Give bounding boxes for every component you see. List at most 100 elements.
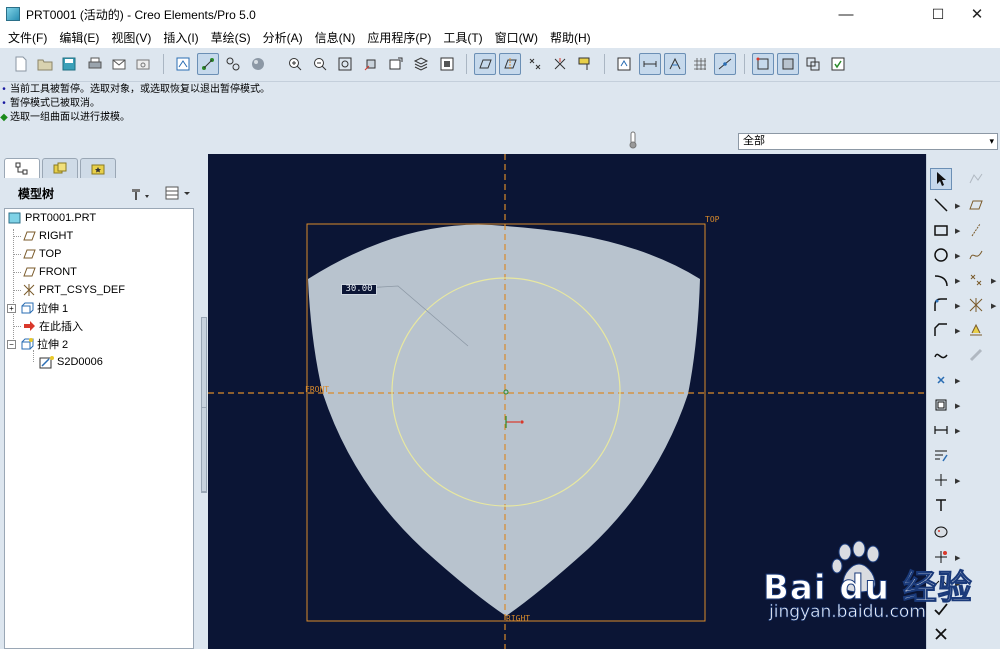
zoom-in-icon[interactable] — [284, 53, 306, 75]
fillet-tool-icon[interactable] — [930, 294, 952, 316]
show-columns-icon[interactable] — [164, 185, 192, 204]
menu-edit[interactable]: 编辑(E) — [53, 28, 105, 48]
saved-views-icon[interactable] — [385, 53, 407, 75]
highlight-open-ends-icon[interactable] — [752, 53, 774, 75]
refit-icon[interactable] — [334, 53, 356, 75]
tree-item-part[interactable]: PRT0001.PRT — [7, 209, 96, 227]
save-icon[interactable] — [58, 53, 80, 75]
tree-item-top[interactable]: TOP — [21, 245, 61, 263]
overlapping-geometry-icon[interactable] — [802, 53, 824, 75]
reorient-icon[interactable] — [360, 53, 382, 75]
menu-view[interactable]: 视图(V) — [105, 28, 157, 48]
expand-arrow-icon[interactable]: ▶ — [955, 477, 960, 485]
layers-icon[interactable] — [410, 53, 432, 75]
spline-tool-icon[interactable] — [930, 344, 952, 366]
dimension-label[interactable]: 30.00 — [341, 284, 377, 295]
display-grid-icon[interactable] — [689, 53, 711, 75]
sketch-tool-icon[interactable] — [197, 53, 219, 75]
menu-help[interactable]: 帮助(H) — [544, 28, 597, 48]
expand-arrow-icon[interactable]: ▶ — [955, 252, 960, 260]
analysis-tool-icon[interactable] — [965, 319, 987, 341]
offset-edge-icon[interactable] — [930, 394, 952, 416]
menu-applications[interactable]: 应用程序(P) — [361, 28, 437, 48]
feature-requirements-icon[interactable] — [827, 53, 849, 75]
sketch-palette-icon[interactable] — [965, 168, 987, 190]
tree-item-front[interactable]: FRONT — [21, 263, 77, 281]
zoom-out-icon[interactable] — [309, 53, 331, 75]
expand-arrow-icon[interactable]: ▶ — [955, 427, 960, 435]
curve-tool-icon[interactable] — [965, 244, 987, 266]
settings-hammer-icon[interactable] — [130, 185, 150, 204]
menu-window[interactable]: 窗口(W) — [489, 28, 544, 48]
circle-tool-icon[interactable] — [930, 244, 952, 266]
tree-item-sketch[interactable]: S2D0006 — [39, 353, 103, 371]
expand-arrow-icon[interactable]: ▶ — [991, 277, 996, 285]
panel-splitter-grip[interactable] — [201, 407, 207, 492]
print-icon[interactable] — [84, 53, 106, 75]
expand-arrow-icon[interactable]: ▶ — [955, 402, 960, 410]
menu-analysis[interactable]: 分析(A) — [257, 28, 309, 48]
datum-points-toggle-icon[interactable] — [524, 53, 546, 75]
sketch-orientation-icon[interactable] — [613, 53, 635, 75]
close-button[interactable]: ✕ — [954, 0, 1000, 28]
mail-link-icon[interactable] — [132, 53, 154, 75]
menu-info[interactable]: 信息(N) — [309, 28, 362, 48]
mail-icon[interactable] — [108, 53, 130, 75]
datum-planes-toggle-icon[interactable] — [474, 53, 496, 75]
expand-arrow-icon[interactable]: ▶ — [955, 277, 960, 285]
dimension-tool-icon[interactable] — [930, 419, 952, 441]
annotation-toggle-icon[interactable] — [574, 53, 596, 75]
datum-axes-toggle-icon[interactable] — [499, 53, 521, 75]
expand-arrow-icon[interactable]: ▶ — [955, 302, 960, 310]
tree-item-csys[interactable]: PRT_CSYS_DEF — [21, 281, 125, 299]
tree-item-right[interactable]: RIGHT — [21, 227, 73, 245]
new-file-icon[interactable] — [10, 53, 32, 75]
collapse-icon[interactable]: − — [7, 339, 16, 349]
expand-arrow-icon[interactable]: ▶ — [955, 227, 960, 235]
csys-toggle-icon[interactable] — [549, 53, 571, 75]
expand-arrow-icon[interactable]: ▶ — [955, 327, 960, 335]
menu-insert[interactable]: 插入(I) — [157, 28, 204, 48]
view-manager-icon[interactable] — [436, 53, 458, 75]
select-arrow-icon[interactable] — [930, 168, 952, 190]
menu-sketch[interactable]: 草绘(S) — [205, 28, 257, 48]
minimize-button[interactable]: — — [823, 0, 869, 28]
chain-tool-icon[interactable] — [965, 344, 987, 366]
modify-tool-icon[interactable] — [930, 444, 952, 466]
chamfer-tool-icon[interactable] — [930, 319, 952, 341]
sketch-point-icon[interactable] — [930, 369, 952, 391]
shading-sphere-icon[interactable] — [247, 53, 269, 75]
tree-item-extrude-2[interactable]: − 拉伸 2 — [7, 335, 68, 353]
open-folder-icon[interactable] — [34, 53, 56, 75]
tab-favorites[interactable] — [80, 158, 116, 178]
display-constraints-icon[interactable] — [664, 53, 686, 75]
regenerate-icon[interactable] — [172, 53, 194, 75]
tab-model-tree[interactable] — [4, 158, 40, 178]
axis-tool-icon[interactable] — [965, 219, 987, 241]
display-vertices-icon[interactable] — [714, 53, 736, 75]
shade-closed-loops-icon[interactable] — [777, 53, 799, 75]
line-tool-icon[interactable] — [930, 194, 952, 216]
expand-icon[interactable]: + — [7, 303, 16, 313]
tree-item-insert-here[interactable]: 在此插入 — [21, 317, 83, 335]
expand-arrow-icon[interactable]: ▶ — [955, 377, 960, 385]
rectangle-tool-icon[interactable] — [930, 219, 952, 241]
csys-tool-icon[interactable] — [965, 294, 987, 316]
selection-filter-select[interactable]: 全部 ▾ — [738, 133, 998, 150]
constraint-tool-icon[interactable] — [930, 469, 952, 491]
point-tool-icon[interactable] — [965, 269, 987, 291]
tree-item-extrude-1[interactable]: + 拉伸 1 — [7, 299, 68, 317]
display-dimensions-icon[interactable] — [639, 53, 661, 75]
model-display-icon[interactable] — [222, 53, 244, 75]
datum-label-top[interactable]: TOP — [705, 215, 719, 224]
tab-folder-browser[interactable] — [42, 158, 78, 178]
expand-arrow-icon[interactable]: ▶ — [955, 202, 960, 210]
menu-tools[interactable]: 工具(T) — [437, 28, 488, 48]
arc-tool-icon[interactable] — [930, 269, 952, 291]
datum-label-front[interactable]: FRONT — [305, 385, 329, 394]
datum-label-right[interactable]: RIGHT — [506, 614, 530, 623]
expand-arrow-icon[interactable]: ▶ — [991, 302, 996, 310]
text-tool-icon[interactable] — [930, 494, 952, 516]
menu-file[interactable]: 文件(F) — [2, 28, 53, 48]
plane-tool-icon[interactable] — [965, 194, 987, 216]
